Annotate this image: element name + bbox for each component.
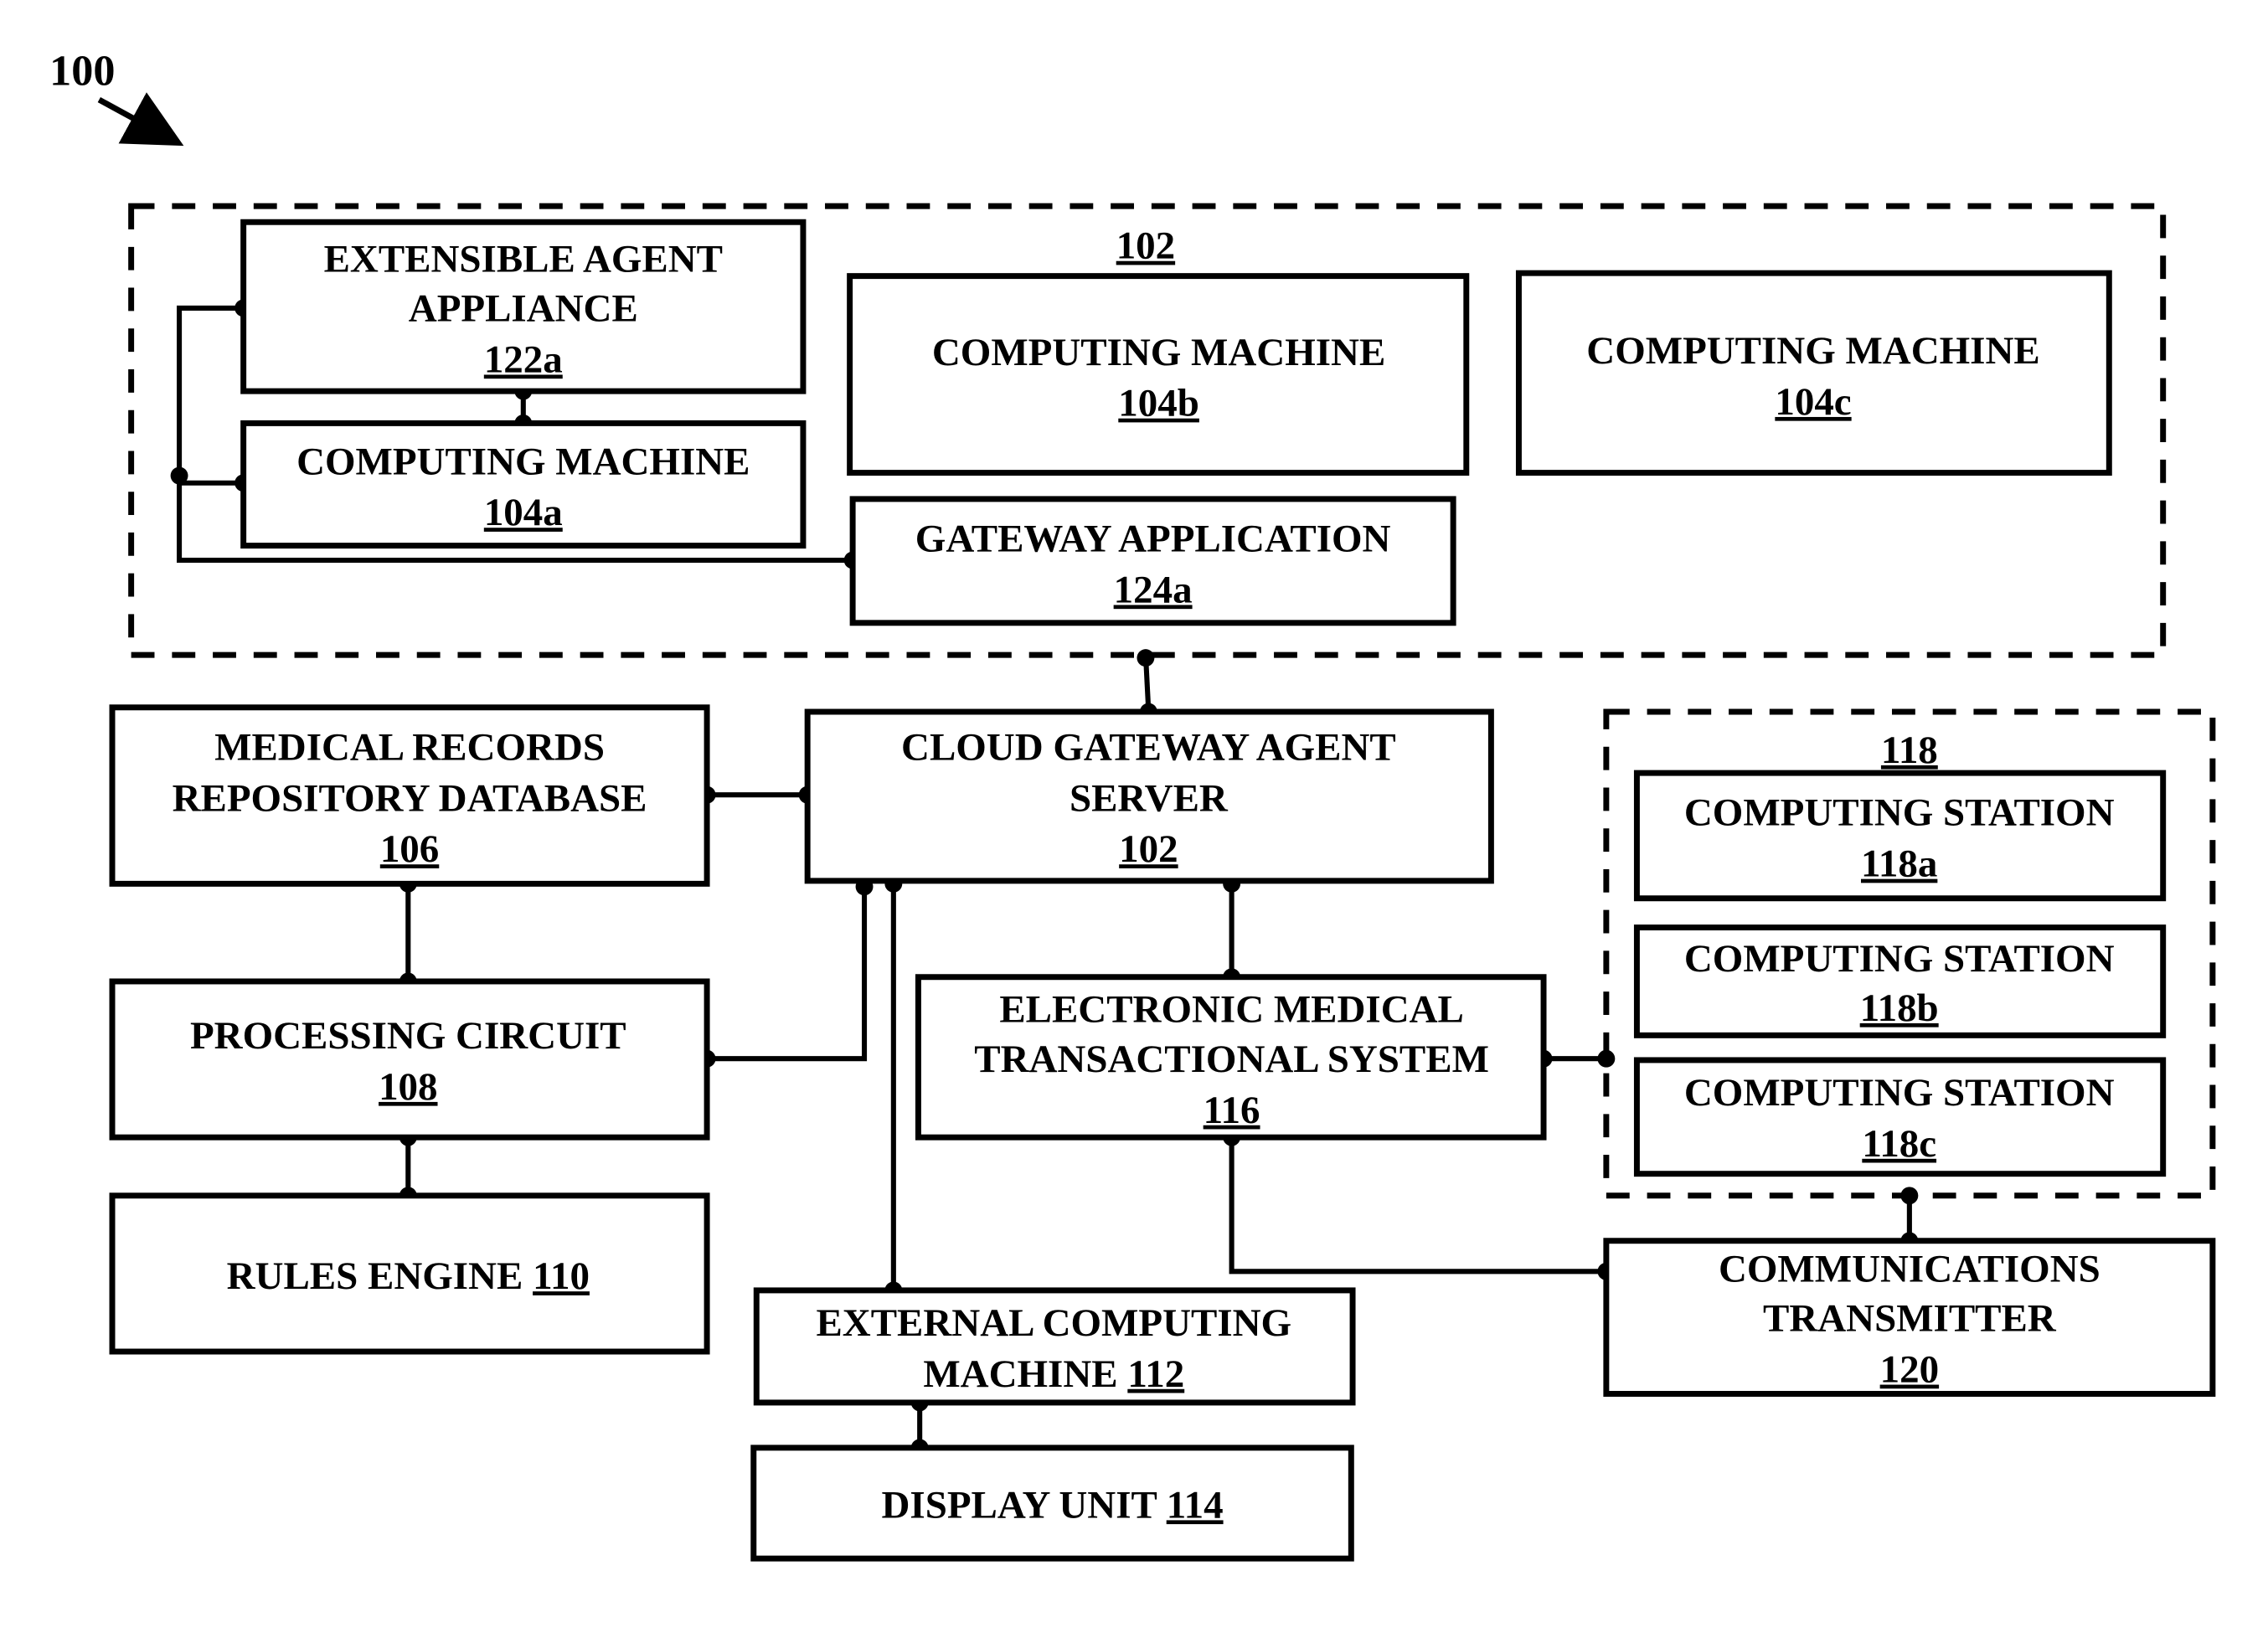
svg-text:104c: 104c — [1775, 380, 1851, 424]
svg-text:122a: 122a — [484, 337, 563, 381]
computing-machine-104b-box[interactable]: COMPUTING MACHINE 104b — [847, 273, 1470, 476]
svg-text:EXTENSIBLE AGENT: EXTENSIBLE AGENT — [324, 237, 723, 281]
figure-arrow — [97, 92, 184, 147]
processing-circuit-box[interactable]: PROCESSING CIRCUIT 108 — [109, 978, 710, 1141]
svg-text:108: 108 — [379, 1065, 437, 1109]
svg-text:EXTERNAL COMPUTING: EXTERNAL COMPUTING — [816, 1301, 1291, 1345]
svg-text:COMPUTING MACHINE: COMPUTING MACHINE — [932, 331, 1385, 374]
svg-text:104a: 104a — [484, 491, 563, 534]
computing-machine-104a-box[interactable]: COMPUTING MACHINE 104a — [240, 420, 807, 549]
svg-text:COMPUTING STATION: COMPUTING STATION — [1684, 791, 2115, 835]
svg-text:GATEWAY APPLICATION: GATEWAY APPLICATION — [915, 518, 1391, 561]
svg-text:MACHINE 112: MACHINE 112 — [923, 1352, 1184, 1396]
svg-text:118a: 118a — [1861, 842, 1937, 886]
svg-text:COMPUTING MACHINE: COMPUTING MACHINE — [296, 440, 750, 483]
system-diagram: 100 102 118 EXTENSIBLE AGENT APPLIANCE 1… — [49, 47, 2216, 1562]
svg-text:118b: 118b — [1860, 986, 1939, 1030]
svg-text:APPLIANCE: APPLIANCE — [409, 287, 638, 331]
svg-text:CLOUD GATEWAY AGENT: CLOUD GATEWAY AGENT — [901, 725, 1396, 769]
rules-engine-box[interactable]: RULES ENGINE 110 — [109, 1192, 710, 1355]
svg-text:104b: 104b — [1118, 382, 1199, 425]
svg-text:106: 106 — [380, 827, 439, 871]
display-unit-box[interactable]: DISPLAY UNIT 114 — [750, 1445, 1354, 1562]
svg-text:TRANSACTIONAL SYSTEM: TRANSACTIONAL SYSTEM — [974, 1038, 1489, 1081]
stations-group-label: 118 — [1881, 729, 1938, 772]
svg-text:124a: 124a — [1114, 568, 1193, 611]
computing-station-118c-box[interactable]: COMPUTING STATION 118c — [1633, 1057, 2167, 1177]
gateway-application-box[interactable]: GATEWAY APPLICATION 124a — [849, 496, 1456, 626]
external-computing-machine-box[interactable]: EXTERNAL COMPUTING MACHINE 112 — [753, 1287, 1356, 1406]
electronic-medical-transactional-system-box[interactable]: ELECTRONIC MEDICAL TRANSACTIONAL SYSTEM … — [915, 974, 1547, 1141]
computing-station-118a-box[interactable]: COMPUTING STATION 118a — [1633, 770, 2167, 902]
figure-label: 100 — [49, 47, 115, 95]
svg-text:COMMUNICATIONS: COMMUNICATIONS — [1719, 1247, 2100, 1290]
svg-text:COMPUTING STATION: COMPUTING STATION — [1684, 937, 2115, 981]
svg-text:MEDICAL RECORDS: MEDICAL RECORDS — [214, 725, 605, 769]
svg-text:120: 120 — [1880, 1348, 1939, 1392]
cloud-gateway-agent-server-box[interactable]: CLOUD GATEWAY AGENT SERVER 102 — [804, 708, 1494, 884]
computing-station-118b-box[interactable]: COMPUTING STATION 118b — [1633, 924, 2167, 1038]
svg-text:118c: 118c — [1862, 1122, 1936, 1166]
svg-text:DISPLAY UNIT 114: DISPLAY UNIT 114 — [882, 1483, 1224, 1527]
svg-text:REPOSITORY DATABASE: REPOSITORY DATABASE — [173, 776, 647, 820]
svg-text:COMPUTING STATION: COMPUTING STATION — [1684, 1071, 2115, 1115]
communications-transmitter-box[interactable]: COMMUNICATIONS TRANSMITTER 120 — [1603, 1238, 2216, 1397]
svg-text:PROCESSING CIRCUIT: PROCESSING CIRCUIT — [190, 1014, 626, 1058]
svg-text:COMPUTING MACHINE: COMPUTING MACHINE — [1586, 329, 2039, 373]
top-group-label: 102 — [1116, 224, 1175, 268]
extensible-agent-appliance-box[interactable]: EXTENSIBLE AGENT APPLIANCE 122a — [240, 219, 807, 394]
svg-text:116: 116 — [1204, 1089, 1260, 1132]
svg-text:TRANSMITTER: TRANSMITTER — [1763, 1297, 2057, 1341]
svg-text:RULES ENGINE 110: RULES ENGINE 110 — [227, 1254, 590, 1298]
svg-text:102: 102 — [1119, 827, 1178, 871]
medical-records-repository-database-box[interactable]: MEDICAL RECORDS REPOSITORY DATABASE 106 — [109, 704, 710, 887]
svg-text:ELECTRONIC MEDICAL: ELECTRONIC MEDICAL — [999, 988, 1464, 1032]
computing-machine-104c-box[interactable]: COMPUTING MACHINE 104c — [1515, 270, 2112, 476]
svg-text:SERVER: SERVER — [1070, 776, 1229, 820]
